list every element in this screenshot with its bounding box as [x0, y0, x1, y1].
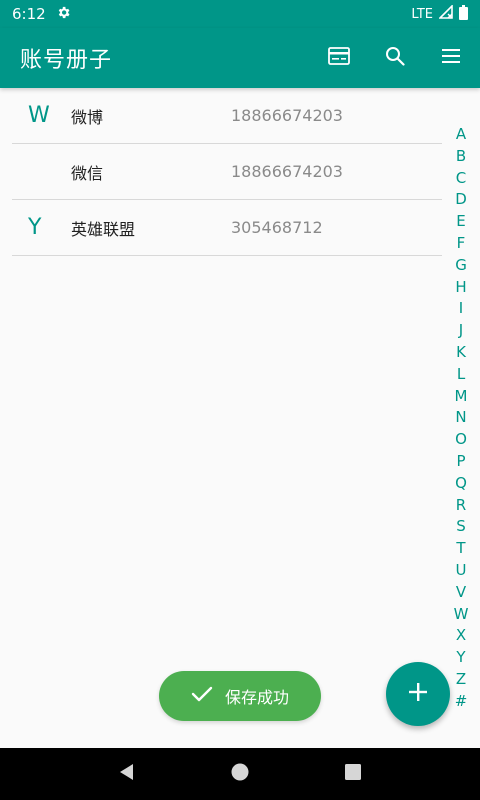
card-button[interactable]	[324, 43, 354, 73]
index-letter[interactable]: D	[455, 189, 467, 211]
status-time: 6:12	[12, 5, 46, 23]
settings-icon	[56, 5, 71, 24]
navigation-bar	[0, 748, 480, 800]
index-letter[interactable]: K	[456, 342, 466, 364]
index-letter[interactable]: O	[455, 429, 467, 451]
back-icon[interactable]	[117, 762, 137, 786]
add-account-button[interactable]	[386, 662, 450, 726]
section-letter: W	[28, 103, 50, 128]
app-bar: 账号册子	[0, 28, 480, 88]
index-letter[interactable]: I	[459, 298, 463, 320]
index-letter[interactable]: A	[456, 124, 466, 146]
search-icon	[385, 46, 405, 70]
app-actions	[324, 43, 466, 73]
recents-icon[interactable]	[343, 762, 363, 786]
index-letter[interactable]: Y	[456, 647, 465, 669]
section-letter: Y	[28, 215, 42, 240]
index-letter[interactable]: H	[455, 277, 466, 299]
list-item-weibo[interactable]: W 微博 18866674203	[12, 88, 442, 144]
index-letter[interactable]: R	[456, 495, 466, 517]
index-letter[interactable]: J	[459, 320, 463, 342]
index-letter[interactable]: Q	[455, 473, 467, 495]
list-item-wechat[interactable]: 微信 18866674203	[12, 144, 442, 200]
index-letter[interactable]: S	[456, 516, 466, 538]
index-letter[interactable]: T	[456, 538, 465, 560]
status-left: 6:12	[12, 5, 71, 24]
account-number: 18866674203	[231, 106, 343, 125]
index-letter[interactable]: P	[456, 451, 465, 473]
index-letter[interactable]: U	[456, 560, 467, 582]
alphabet-index[interactable]: A B C D E F G H I J K L M N O P Q R S T …	[453, 124, 469, 713]
index-letter[interactable]: B	[456, 146, 466, 168]
status-bar: 6:12 LTE	[0, 0, 480, 28]
search-button[interactable]	[380, 43, 410, 73]
network-type: LTE	[411, 6, 433, 22]
save-success-toast: 保存成功	[159, 671, 321, 721]
menu-button[interactable]	[436, 43, 466, 73]
signal-icon	[438, 4, 453, 23]
account-number: 18866674203	[231, 162, 343, 181]
screen: 6:12 LTE 账号册子 W 微博 18866674203 微信 188666…	[0, 0, 480, 800]
status-right: LTE	[411, 4, 468, 24]
menu-icon	[442, 48, 460, 68]
index-letter[interactable]: #	[455, 691, 468, 713]
card-icon	[328, 47, 350, 69]
index-letter[interactable]: L	[457, 364, 465, 386]
index-letter[interactable]: E	[456, 211, 465, 233]
account-name: 英雄联盟	[71, 219, 136, 239]
plus-icon	[408, 682, 428, 706]
list-item-lol[interactable]: Y 英雄联盟 305468712	[12, 200, 442, 256]
home-icon[interactable]	[230, 762, 250, 786]
index-letter[interactable]: X	[456, 625, 466, 647]
account-number: 305468712	[231, 218, 323, 237]
account-name: 微博	[71, 107, 104, 127]
index-letter[interactable]: C	[456, 168, 466, 190]
index-letter[interactable]: Z	[456, 669, 466, 691]
index-letter[interactable]: M	[455, 386, 468, 408]
index-letter[interactable]: F	[457, 233, 466, 255]
index-letter[interactable]: N	[455, 407, 466, 429]
app-title: 账号册子	[20, 48, 113, 73]
index-letter[interactable]: W	[454, 604, 469, 626]
account-name: 微信	[71, 163, 104, 183]
toast-text: 保存成功	[224, 688, 289, 707]
account-list: W 微博 18866674203 微信 18866674203 Y 英雄联盟 3…	[12, 88, 442, 256]
battery-icon	[459, 4, 468, 24]
index-letter[interactable]: G	[455, 255, 467, 277]
index-letter[interactable]: V	[456, 582, 466, 604]
check-icon	[191, 685, 213, 707]
